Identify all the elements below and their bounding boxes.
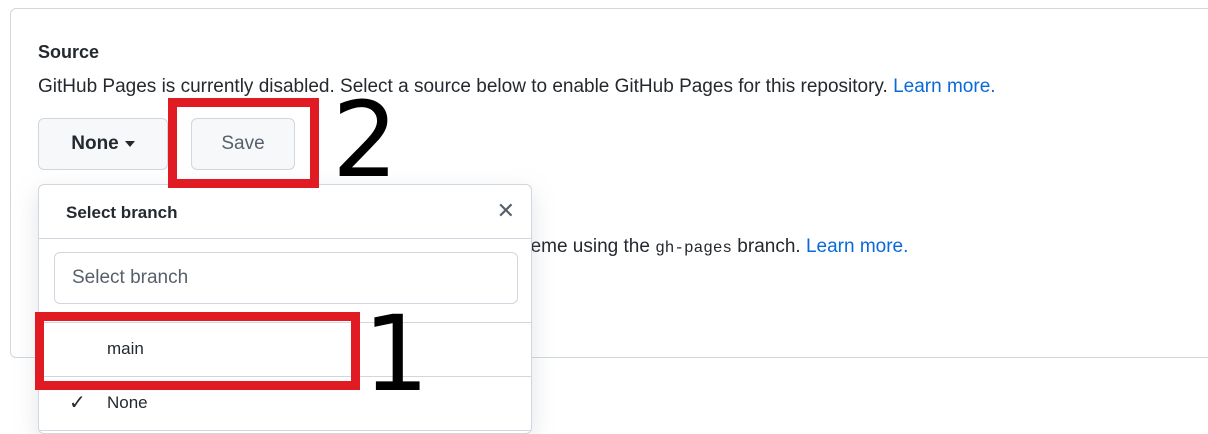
close-icon[interactable]: ✕ bbox=[497, 198, 515, 224]
annotation-number-2: 2 bbox=[332, 79, 399, 201]
source-description: GitHub Pages is currently disabled. Sele… bbox=[38, 76, 996, 98]
theme-learn-more-link[interactable]: Learn more. bbox=[806, 236, 908, 257]
theme-description: heme using the gh-pages branch. Learn mo… bbox=[520, 236, 908, 258]
caret-down-icon bbox=[124, 141, 135, 147]
branch-item-label: None bbox=[107, 393, 148, 412]
gh-pages-code: gh-pages bbox=[655, 239, 733, 257]
theme-text-before: heme using the bbox=[520, 236, 656, 257]
branch-filter-input[interactable] bbox=[54, 252, 518, 304]
annotation-box-main bbox=[35, 312, 360, 390]
check-icon: ✓ bbox=[69, 392, 86, 414]
annotation-number-1: 1 bbox=[363, 293, 430, 415]
branch-menu-title: Select branch bbox=[66, 203, 178, 222]
theme-text-after: branch. bbox=[732, 236, 801, 257]
source-heading: Source bbox=[38, 42, 100, 62]
branch-select-button[interactable]: None bbox=[38, 118, 168, 170]
branch-filter-wrapper bbox=[39, 239, 531, 323]
annotation-box-save bbox=[168, 98, 319, 188]
branch-menu-header: Select branch ✕ bbox=[39, 185, 531, 239]
branch-select-label: None bbox=[71, 133, 119, 154]
branch-select-menu: Select branch ✕ main ✓ None bbox=[38, 184, 532, 434]
source-description-text: GitHub Pages is currently disabled. Sele… bbox=[38, 76, 888, 97]
learn-more-link[interactable]: Learn more. bbox=[893, 76, 995, 97]
